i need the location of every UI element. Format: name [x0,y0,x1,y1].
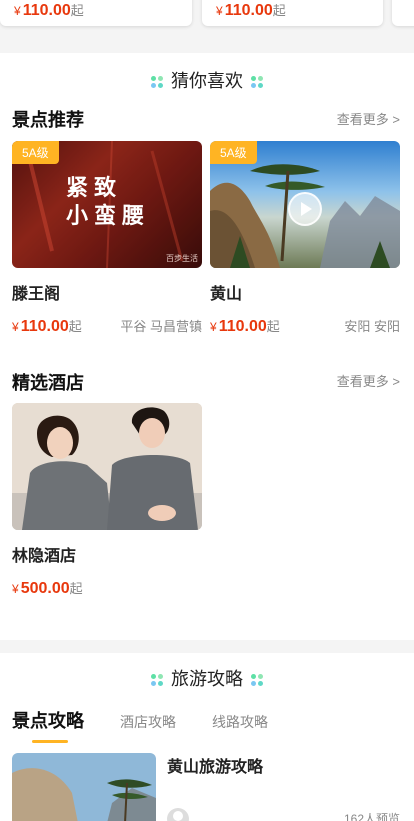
hotel-card-1[interactable]: 林隐酒店 ¥500.00起 [12,403,202,598]
tab-scenic-guide[interactable]: 景点攻略 [12,707,84,743]
top-card-1[interactable]: ¥110.00起 [0,0,192,26]
scenic-card-2-name: 黄山 [210,286,243,303]
scenic-card-1-caption: 百步生活 [166,254,198,263]
hotels-heading: 精选酒店 [12,373,84,395]
scenic-card-2-image: 5A级 [210,141,400,268]
decor-dots-icon [251,76,263,89]
decor-dots-icon [151,76,163,89]
hotels-more-link[interactable]: 查看更多 > [337,371,400,390]
guess-section: 猜你喜欢 景点推荐 查看更多 > 紧致 小蛮腰 百步生活 5A级 滕王阁 ¥11… [0,53,414,640]
travel-tabs: 景点攻略 酒店攻略 线路攻略 [12,707,304,743]
travel-title: 旅游攻略 [0,665,414,691]
travel-section: 旅游攻略 景点攻略 酒店攻略 线路攻略 黄山旅游攻略 162人预览 [0,653,414,821]
guide-image[interactable] [12,753,156,821]
scenic-card-1-badge: 5A级 [12,141,59,164]
decor-dots-icon [251,674,263,687]
scenic-card-1-image-text: 紧致 [66,176,123,201]
scenic-more-link[interactable]: 查看更多 > [337,109,400,128]
hotel-card-1-price: ¥500.00起 [12,580,83,597]
top-card-1-price: ¥110.00起 [14,2,84,19]
decor-dots-icon [151,674,163,687]
scenic-card-2-location: 安阳 安阳 [344,319,400,334]
tab-hotel-guide[interactable]: 酒店攻略 [120,712,176,732]
scenic-card-2-badge: 5A级 [210,141,257,164]
hotel-card-1-image [12,403,202,530]
guide-title[interactable]: 黄山旅游攻略 [167,753,263,777]
tab-route-guide[interactable]: 线路攻略 [212,712,268,732]
scenic-card-1-name: 滕王阁 [12,286,61,303]
avatar [167,808,189,821]
scenic-card-1-image: 紧致 小蛮腰 百步生活 5A级 [12,141,202,268]
top-strip: ¥110.00起 ¥110.00起 [0,0,414,40]
scenic-heading: 景点推荐 [12,110,84,132]
top-card-3[interactable] [392,0,414,26]
guide-views: 162人预览 [343,812,400,821]
hotel-card-1-name: 林隐酒店 [12,548,77,565]
scenic-card-2[interactable]: 5A级 黄山 ¥110.00起 安阳 安阳 [210,141,400,336]
top-card-2[interactable]: ¥110.00起 [202,0,383,26]
scenic-card-1-image-text-2: 小蛮腰 [66,204,151,229]
top-card-2-price: ¥110.00起 [216,2,286,19]
guess-title: 猜你喜欢 [0,67,414,93]
scenic-card-2-price: ¥110.00起 [210,318,280,335]
play-icon[interactable] [288,192,322,226]
scenic-card-1-price: ¥110.00起 [12,318,82,335]
scenic-card-1-location: 平谷 马昌营镇 [120,319,202,334]
scenic-card-1[interactable]: 紧致 小蛮腰 百步生活 5A级 滕王阁 ¥110.00起 平谷 马昌营镇 [12,141,202,336]
